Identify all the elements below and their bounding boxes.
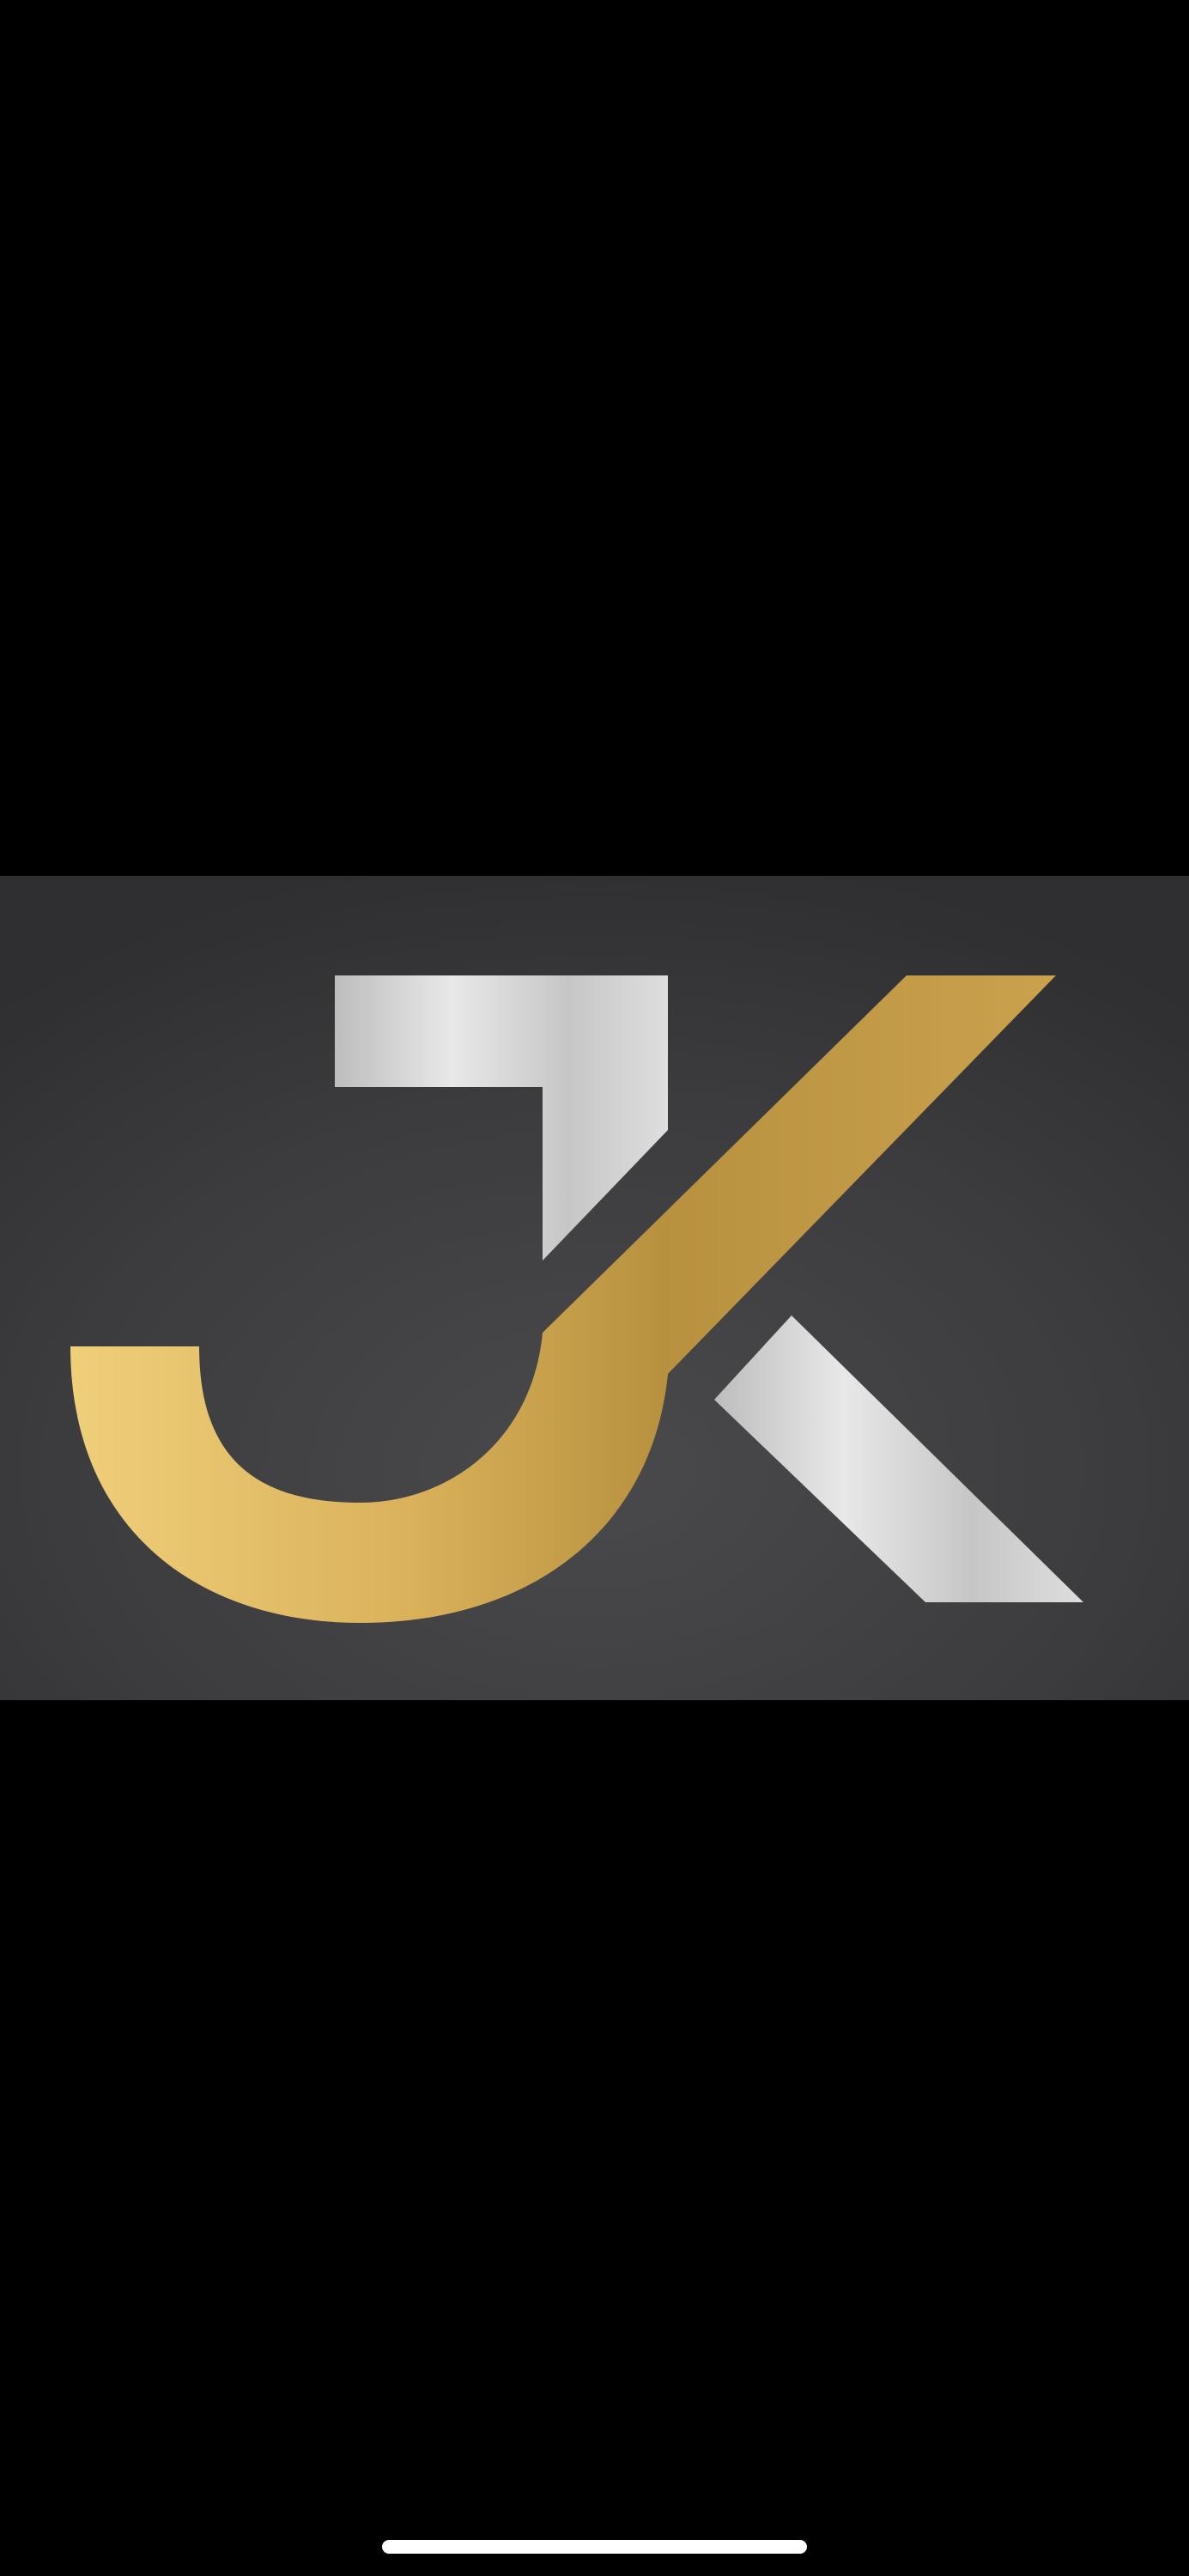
jk-logo-image [0, 876, 1189, 1700]
home-indicator[interactable] [382, 2540, 807, 2554]
displayed-image[interactable] [0, 876, 1189, 1700]
photo-viewer-screen [0, 0, 1189, 2576]
